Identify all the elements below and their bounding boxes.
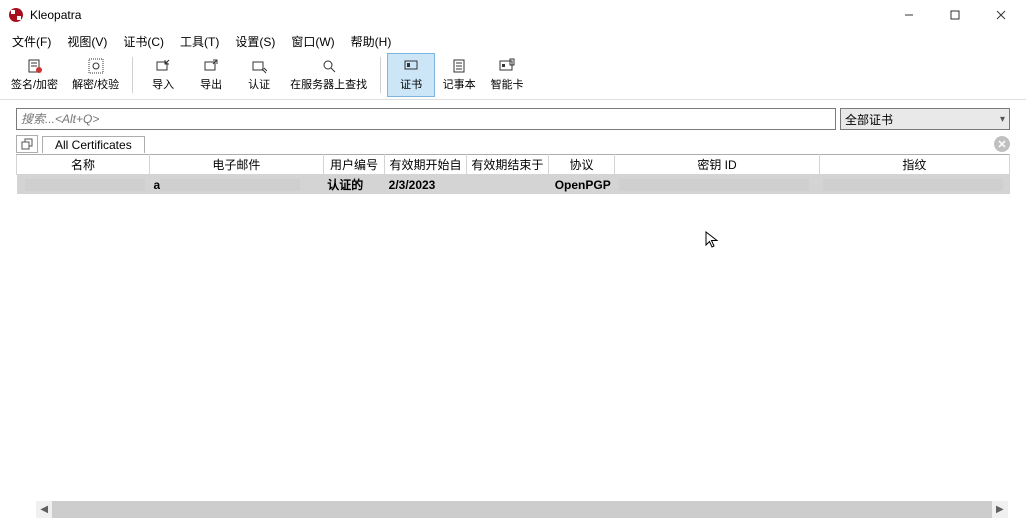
- menu-window[interactable]: 窗口(W): [283, 31, 342, 52]
- tab-row: All Certificates: [0, 134, 1026, 154]
- column-header[interactable]: 电子邮件: [149, 155, 323, 175]
- export-button[interactable]: 导出: [187, 53, 235, 97]
- search-icon: [321, 58, 337, 74]
- titlebar: Kleopatra: [0, 0, 1026, 30]
- export-label: 导出: [200, 76, 222, 92]
- lookup-label: 在服务器上查找: [290, 76, 367, 92]
- toolbar-separator: [380, 57, 381, 93]
- certificate-table: 名称电子邮件用户编号有效期开始自有效期结束于协议密钥 ID指纹 a认证的2/3/…: [16, 154, 1010, 194]
- table-cell: 2/3/2023: [385, 175, 467, 195]
- sign-encrypt-button[interactable]: 签名/加密: [4, 53, 65, 97]
- table-cell: [466, 175, 548, 195]
- table-cell: [615, 175, 820, 195]
- scroll-right-arrow[interactable]: ▶: [992, 501, 1008, 518]
- search-input[interactable]: [16, 108, 836, 130]
- close-button[interactable]: [978, 0, 1024, 30]
- certificates-tab-button[interactable]: 证书: [387, 53, 435, 97]
- column-header[interactable]: 有效期结束于: [466, 155, 548, 175]
- menu-cert[interactable]: 证书(C): [115, 31, 172, 52]
- chevron-down-icon: ▾: [1000, 114, 1005, 125]
- new-tab-button[interactable]: [16, 135, 38, 153]
- horizontal-scrollbar[interactable]: ◀ ▶: [36, 501, 1008, 518]
- window-controls: [886, 0, 1024, 30]
- decrypt-verify-button[interactable]: 解密/校验: [65, 53, 126, 97]
- table-cell: [819, 175, 1009, 195]
- certify-button[interactable]: 认证: [235, 53, 283, 97]
- export-icon: [203, 58, 219, 74]
- sign-encrypt-label: 签名/加密: [11, 76, 58, 92]
- column-header[interactable]: 有效期开始自: [385, 155, 467, 175]
- menubar: 文件(F) 视图(V) 证书(C) 工具(T) 设置(S) 窗口(W) 帮助(H…: [0, 30, 1026, 52]
- tab-all-certificates[interactable]: All Certificates: [42, 136, 145, 153]
- certificate-table-wrap: 名称电子邮件用户编号有效期开始自有效期结束于协议密钥 ID指纹 a认证的2/3/…: [0, 154, 1026, 194]
- sign-encrypt-icon: [27, 58, 43, 74]
- decrypt-verify-label: 解密/校验: [72, 76, 119, 92]
- table-cell: 认证的: [323, 175, 384, 195]
- app-icon: [8, 7, 24, 23]
- import-label: 导入: [152, 76, 174, 92]
- certificates-icon: [403, 58, 419, 74]
- filter-select-label: 全部证书: [845, 111, 893, 128]
- column-header[interactable]: 协议: [548, 155, 614, 175]
- maximize-button[interactable]: [932, 0, 978, 30]
- notepad-label: 记事本: [443, 76, 476, 92]
- window-title: Kleopatra: [30, 8, 886, 22]
- smartcard-icon: [499, 58, 515, 74]
- column-header[interactable]: 指纹: [819, 155, 1009, 175]
- table-cell: OpenPGP: [548, 175, 614, 195]
- smartcards-label: 智能卡: [491, 76, 524, 92]
- scroll-thumb[interactable]: [52, 501, 991, 518]
- import-button[interactable]: 导入: [139, 53, 187, 97]
- decrypt-verify-icon: [88, 58, 104, 74]
- notepad-icon: [451, 58, 467, 74]
- table-cell: [17, 175, 150, 195]
- menu-tools[interactable]: 工具(T): [172, 31, 227, 52]
- notepad-tab-button[interactable]: 记事本: [435, 53, 483, 97]
- table-cell: a: [149, 175, 323, 195]
- tab-close-button[interactable]: [994, 136, 1010, 152]
- scroll-left-arrow[interactable]: ◀: [36, 501, 52, 518]
- smartcards-tab-button[interactable]: 智能卡: [483, 53, 531, 97]
- certify-icon: [251, 58, 267, 74]
- filter-row: 全部证书 ▾: [0, 100, 1026, 134]
- column-header[interactable]: 用户编号: [323, 155, 384, 175]
- toolbar-separator: [132, 57, 133, 93]
- menu-file[interactable]: 文件(F): [4, 31, 59, 52]
- minimize-button[interactable]: [886, 0, 932, 30]
- table-row[interactable]: a认证的2/3/2023 OpenPGP: [17, 175, 1010, 195]
- toolbar: 签名/加密 解密/校验 导入 导出 认证 在服务器上查找 证书: [0, 52, 1026, 100]
- lookup-on-server-button[interactable]: 在服务器上查找: [283, 53, 374, 97]
- certify-label: 认证: [248, 76, 270, 92]
- mouse-cursor: [705, 231, 723, 249]
- column-header[interactable]: 名称: [17, 155, 150, 175]
- menu-view[interactable]: 视图(V): [59, 31, 115, 52]
- column-header[interactable]: 密钥 ID: [615, 155, 820, 175]
- filter-select[interactable]: 全部证书 ▾: [840, 108, 1010, 130]
- certificates-label: 证书: [400, 76, 422, 92]
- menu-help[interactable]: 帮助(H): [343, 31, 400, 52]
- import-icon: [155, 58, 171, 74]
- menu-settings[interactable]: 设置(S): [227, 31, 283, 52]
